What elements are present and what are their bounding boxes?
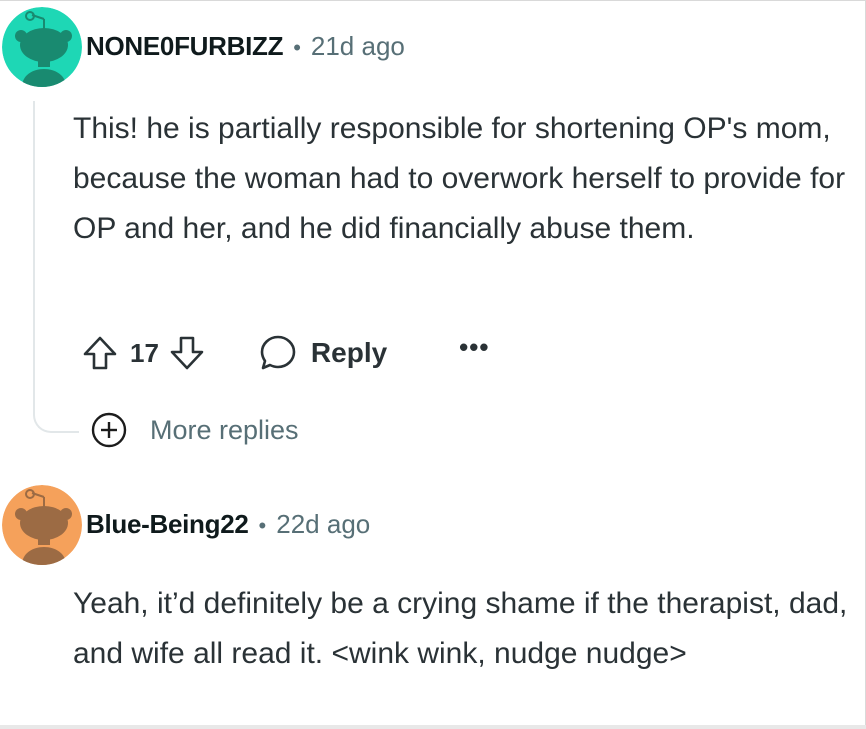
vote-count: 17 xyxy=(130,337,159,368)
timestamp[interactable]: 21d ago xyxy=(311,31,405,62)
comment-meta: NONE0FURBIZZ • 21d ago xyxy=(86,31,405,62)
more-options-button[interactable]: ••• xyxy=(459,334,489,360)
more-replies-button[interactable]: More replies xyxy=(90,411,299,449)
comment-actions: 17 Reply ••• xyxy=(80,331,489,375)
username-link[interactable]: Blue-Being22 xyxy=(86,509,249,540)
avatar[interactable] xyxy=(2,485,82,565)
avatar[interactable] xyxy=(2,7,82,87)
scrollbar-track[interactable] xyxy=(0,725,866,729)
reply-button[interactable]: Reply xyxy=(259,334,387,372)
snoo-avatar-icon xyxy=(2,485,82,565)
meta-separator: • xyxy=(258,513,267,538)
comment-meta: Blue-Being22 • 22d ago xyxy=(86,509,370,540)
more-replies-label: More replies xyxy=(150,414,299,445)
plus-circle-icon xyxy=(91,412,127,448)
speech-bubble-icon xyxy=(260,335,296,370)
snoo-avatar-icon xyxy=(2,7,82,87)
comment-body: This! he is partially responsible for sh… xyxy=(73,112,846,245)
reply-label: Reply xyxy=(310,337,388,368)
upvote-button[interactable] xyxy=(80,333,120,373)
comment-thread: NONE0FURBIZZ • 21d ago This! he is parti… xyxy=(0,0,866,729)
timestamp[interactable]: 22d ago xyxy=(276,509,370,540)
downvote-button[interactable] xyxy=(167,333,207,373)
downvote-arrow-icon xyxy=(170,336,204,370)
upvote-arrow-icon xyxy=(83,336,117,370)
comment-body: Yeah, it’d definitely be a crying shame … xyxy=(73,587,848,670)
meta-separator: • xyxy=(293,35,301,60)
username-link[interactable]: NONE0FURBIZZ xyxy=(86,31,283,62)
